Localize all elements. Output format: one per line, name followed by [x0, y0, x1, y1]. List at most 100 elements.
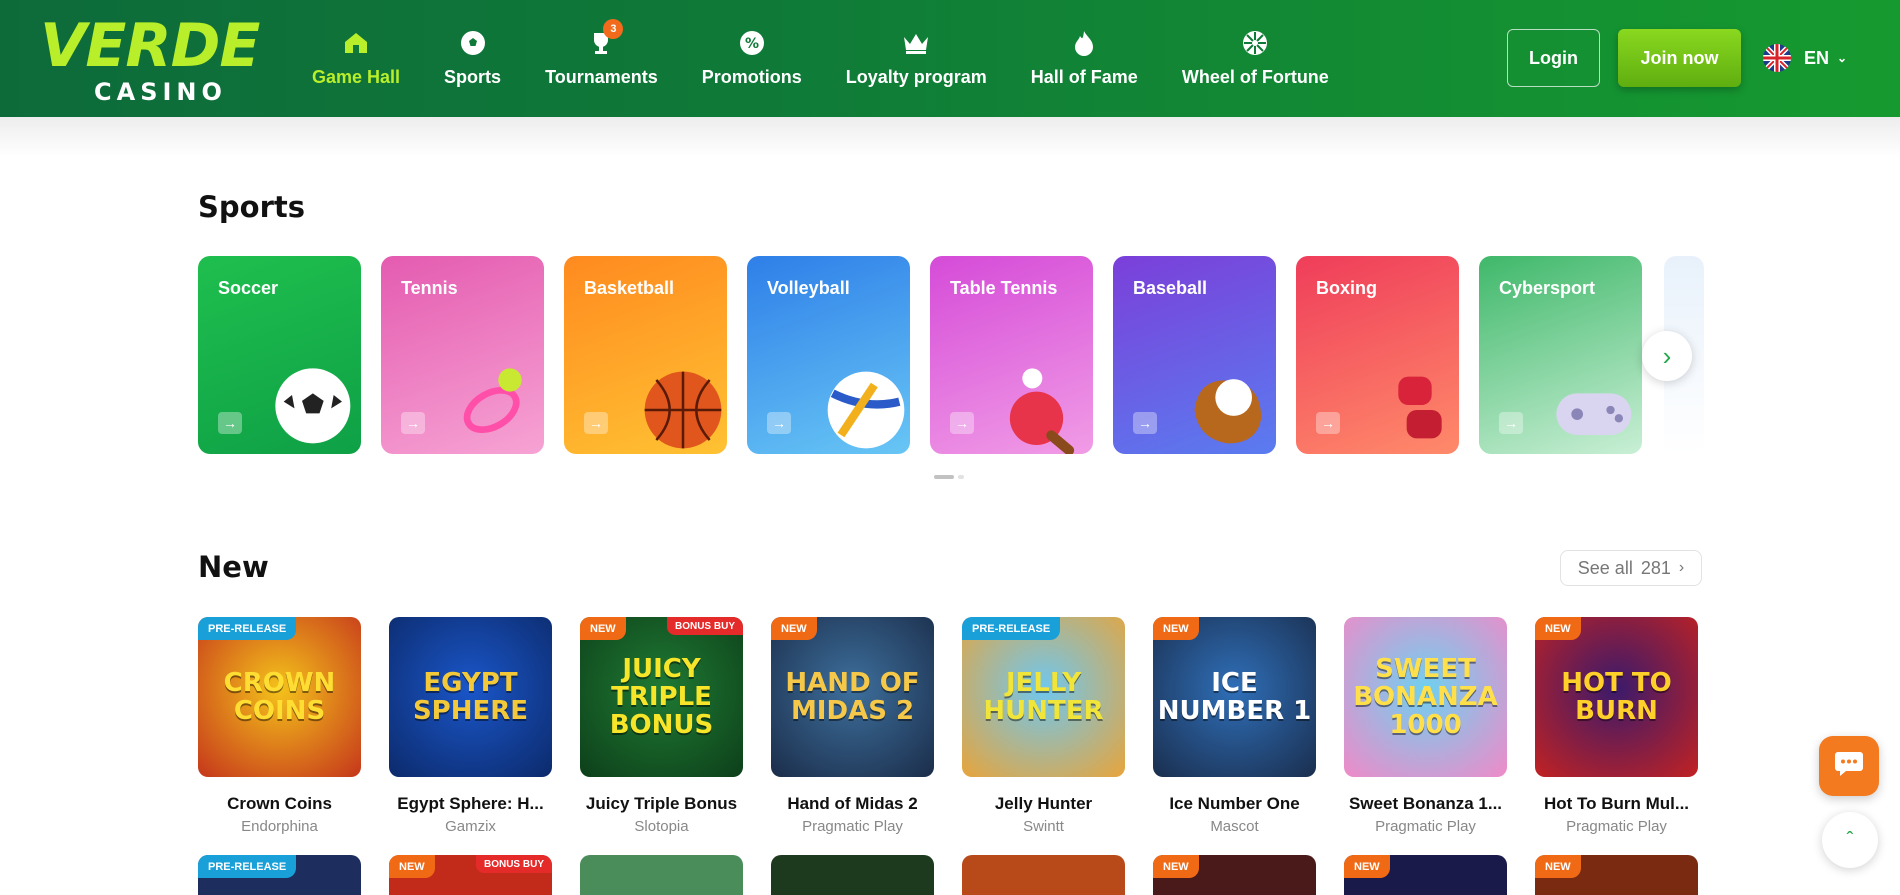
sport-label: Tennis [401, 278, 458, 298]
game-card[interactable]: JUICY TRIPLE BONUS NEW BONUS BUY Juicy Trip… [580, 617, 743, 835]
game-logo: SWEET BONANZA 1000 [1353, 654, 1498, 740]
game-thumbnail[interactable]: NEW [1344, 855, 1507, 895]
game-title[interactable]: Hand of Midas 2 [771, 794, 934, 814]
wheel-icon [1241, 29, 1269, 57]
sport-card-baseball[interactable]: Baseball → [1113, 256, 1276, 454]
game-card[interactable]: ICE NUMBER 1 NEW Ice Number One Mascot [1153, 617, 1316, 835]
chevron-down-icon: ⌄ [1837, 51, 1848, 65]
game-thumbnail[interactable] [771, 855, 934, 895]
game-title[interactable]: Hot To Burn Mul... [1535, 794, 1698, 814]
see-all-button[interactable]: See all 281 › [1560, 550, 1702, 586]
game-thumbnail[interactable]: SWEET BONANZA 1000 [1344, 617, 1507, 777]
sport-card-cybersport[interactable]: Cybersport → [1479, 256, 1642, 454]
game-card[interactable]: HOT TO BURN NEW Hot To Burn Mul... Pragmati… [1535, 617, 1698, 835]
sport-card-table-tennis[interactable]: Table Tennis → [930, 256, 1093, 454]
scroll-to-top-button[interactable]: ˆ [1822, 812, 1878, 868]
chat-button[interactable] [1819, 736, 1879, 796]
sport-illustration [644, 371, 722, 449]
nav-label: Tournaments [545, 67, 658, 87]
soccer-ball-icon [459, 29, 487, 57]
main-nav: Game Hall Sports 3 Tournaments % Promoti… [290, 0, 1351, 117]
logo-subtitle: CASINO [94, 78, 227, 106]
game-card[interactable]: CROWN COINS PRE-RELEASE Crown Coins Endorph… [198, 617, 361, 835]
arrow-right-icon: → [767, 412, 791, 434]
crown-icon [902, 29, 930, 57]
carousel-next-button[interactable]: › [1642, 331, 1692, 381]
arrow-right-icon: → [1499, 412, 1523, 434]
game-title[interactable]: Crown Coins [198, 794, 361, 814]
sport-card-basketball[interactable]: Basketball → [564, 256, 727, 454]
sport-card-tennis[interactable]: Tennis → [381, 256, 544, 454]
new-section-title: New [198, 550, 269, 584]
game-thumbnail[interactable]: HAND OF MIDAS 2 NEW [771, 617, 934, 777]
game-title[interactable]: Juicy Triple Bonus [580, 794, 743, 814]
join-now-button[interactable]: Join now [1618, 29, 1741, 87]
nav-wheel-of-fortune[interactable]: Wheel of Fortune [1160, 0, 1351, 117]
language-code: EN [1804, 47, 1830, 68]
chevron-right-icon: › [1678, 559, 1685, 576]
game-thumbnail[interactable]: CROWN COINS PRE-RELEASE [198, 617, 361, 777]
sport-label: Cybersport [1499, 278, 1596, 298]
game-logo: EGYPT SPHERE [412, 668, 529, 726]
game-status-badge: NEW [580, 617, 626, 640]
login-button[interactable]: Login [1507, 29, 1600, 87]
sport-card-volleyball[interactable]: Volleyball → [747, 256, 910, 454]
nav-label: Hall of Fame [1030, 67, 1138, 87]
bonus-buy-badge: BONUS BUY [475, 855, 552, 873]
game-thumbnail[interactable]: ICE NUMBER 1 NEW [1153, 617, 1316, 777]
game-status-badge: NEW [1535, 617, 1581, 640]
top-navigation-bar: VERDE CASINO Game Hall Sports 3 Tourname… [0, 0, 1900, 117]
game-thumbnail[interactable] [580, 855, 743, 895]
game-thumbnail[interactable]: NEW [1153, 855, 1316, 895]
game-card[interactable]: EGYPT SPHERE Egypt Sphere: H... Gamzix [389, 617, 552, 835]
game-thumbnail[interactable]: NEW [1535, 855, 1698, 895]
logo-wordmark: VERDE [40, 11, 260, 81]
verde-casino-logo[interactable]: VERDE CASINO [40, 11, 280, 106]
nav-label: Loyalty program [845, 67, 987, 87]
sport-illustration [275, 368, 351, 444]
game-provider: Gamzix [445, 818, 496, 835]
game-thumbnail[interactable]: JUICY TRIPLE BONUS NEW BONUS BUY [580, 617, 743, 777]
game-card[interactable]: JELLY HUNTER PRE-RELEASE Jelly Hunter Swint… [962, 617, 1125, 835]
game-thumbnail[interactable]: EGYPT SPHERE [389, 617, 552, 777]
flame-icon [1070, 29, 1098, 57]
nav-game-hall[interactable]: Game Hall [290, 0, 422, 117]
sport-card-boxing[interactable]: Boxing → [1296, 256, 1459, 454]
game-card[interactable]: SWEET BONANZA 1000 Sweet Bonanza 1... Prag… [1344, 617, 1507, 835]
nav-label: Game Hall [312, 67, 401, 87]
game-status-badge: PRE-RELEASE [962, 617, 1061, 640]
chat-bubble-icon [1834, 750, 1864, 783]
game-status-badge: NEW [1344, 855, 1390, 878]
game-title[interactable]: Jelly Hunter [962, 794, 1125, 814]
game-thumbnail[interactable]: PRE-RELEASE [198, 855, 361, 895]
nav-label: Promotions [701, 67, 802, 87]
game-status-badge: NEW [771, 617, 817, 640]
game-title[interactable]: Ice Number One [1153, 794, 1316, 814]
game-thumbnail[interactable]: HOT TO BURN NEW [1535, 617, 1698, 777]
nav-promotions[interactable]: % Promotions [680, 0, 824, 117]
tournaments-count-badge: 3 [603, 19, 624, 39]
nav-hall-of-fame[interactable]: Hall of Fame [1009, 0, 1160, 117]
home-icon [342, 29, 370, 57]
game-thumbnail[interactable] [962, 855, 1125, 895]
carousel-pagination [934, 475, 964, 479]
nav-sports[interactable]: Sports [422, 0, 523, 117]
game-logo: HOT TO BURN [1561, 668, 1672, 726]
percent-badge-icon: % [738, 29, 766, 57]
game-thumbnail[interactable]: NEW BONUS BUY [389, 855, 552, 895]
bonus-buy-badge: BONUS BUY [666, 617, 743, 635]
game-logo: CROWN COINS [223, 668, 336, 726]
game-title[interactable]: Egypt Sphere: H... [389, 794, 552, 814]
nav-tournaments[interactable]: 3 Tournaments [523, 0, 680, 117]
nav-loyalty-program[interactable]: Loyalty program [824, 0, 1009, 117]
game-title[interactable]: Sweet Bonanza 1... [1344, 794, 1507, 814]
game-card[interactable]: HAND OF MIDAS 2 NEW Hand of Midas 2 Pragmat… [771, 617, 934, 835]
language-selector[interactable]: EN ⌄ [1763, 44, 1847, 72]
sport-card-soccer[interactable]: Soccer → [198, 256, 361, 454]
pagination-dot[interactable] [958, 475, 964, 479]
sport-illustration [1194, 379, 1262, 444]
game-thumbnail[interactable]: JELLY HUNTER PRE-RELEASE [962, 617, 1125, 777]
sport-label: Soccer [218, 278, 279, 298]
pagination-dot-active[interactable] [934, 475, 954, 479]
nav-label: Sports [444, 67, 502, 87]
